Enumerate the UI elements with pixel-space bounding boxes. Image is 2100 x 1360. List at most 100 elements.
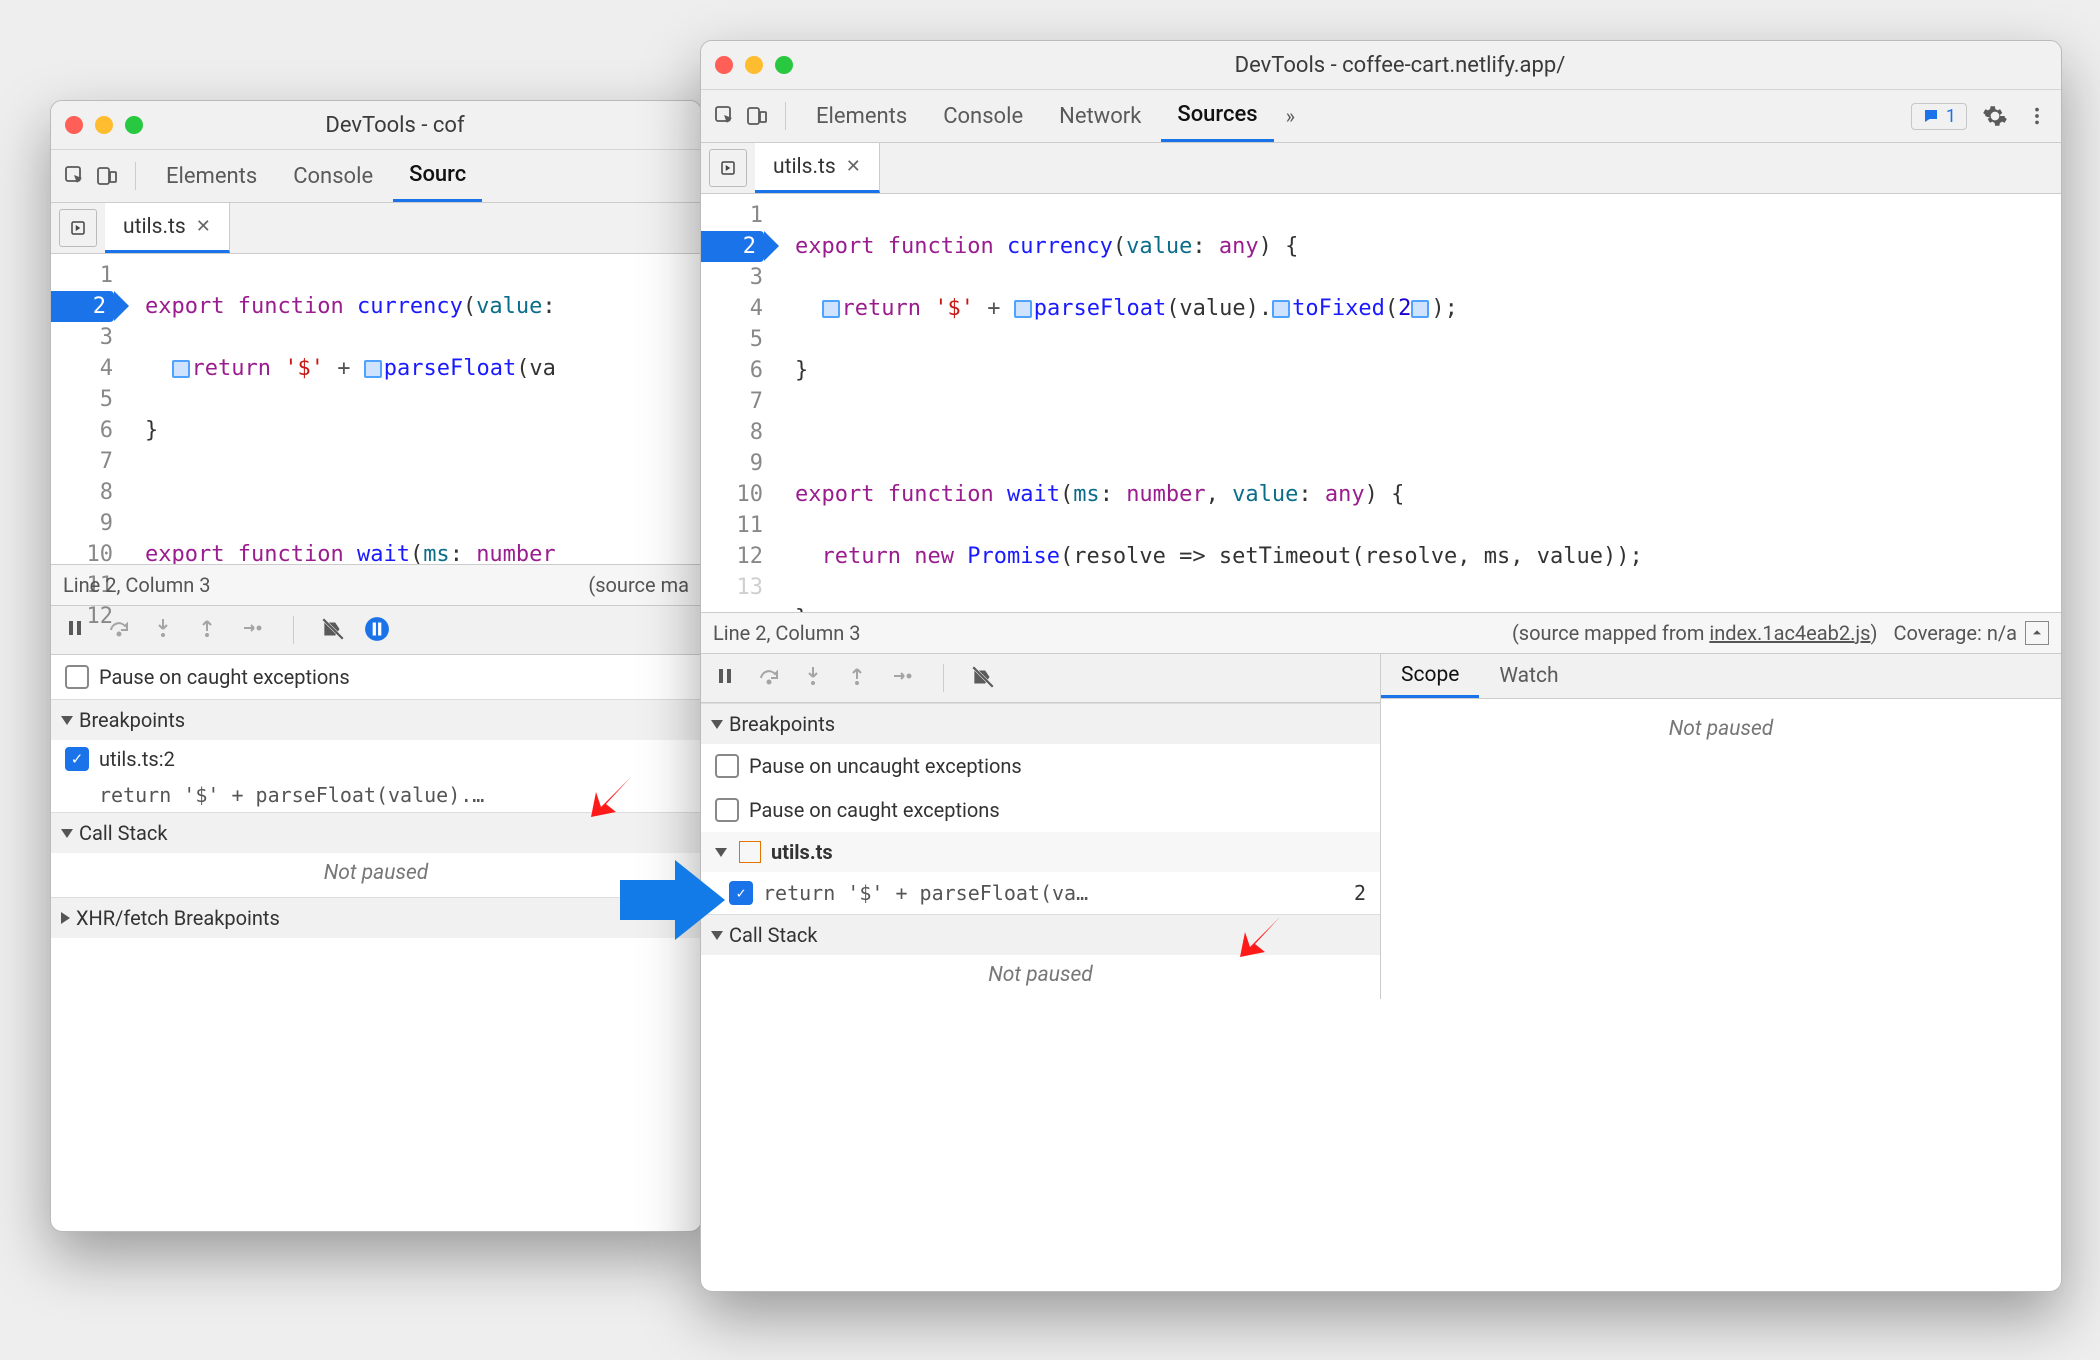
checkbox[interactable]: [65, 665, 89, 689]
close-icon[interactable]: ✕: [196, 216, 211, 237]
breakpoint-code: return '$' + parseFloat(value).…: [51, 778, 701, 812]
close-icon[interactable]: [65, 116, 83, 134]
xhr-breakpoints-section[interactable]: XHR/fetch Breakpoints: [51, 897, 701, 938]
devtools-window-back: DevTools - cof Elements Console Sourc ut…: [50, 100, 702, 1232]
pause-uncaught-label: Pause on uncaught exceptions: [749, 754, 1022, 778]
tab-sources[interactable]: Sourc: [393, 150, 482, 202]
step-marker-icon: [364, 360, 382, 378]
step-marker-icon: [1014, 300, 1032, 318]
step-into-icon[interactable]: [801, 664, 829, 692]
file-tabs: utils.ts ✕: [701, 143, 2061, 194]
tab-sources[interactable]: Sources: [1161, 90, 1273, 142]
file-name: utils.ts: [123, 215, 186, 239]
more-tabs-icon[interactable]: »: [1286, 104, 1295, 128]
file-tab-utils[interactable]: utils.ts ✕: [105, 203, 230, 253]
right-panel-tabs: Scope Watch: [1381, 654, 2061, 699]
not-paused-label: Not paused: [1381, 699, 2061, 753]
tab-scope[interactable]: Scope: [1381, 654, 1479, 698]
tab-watch[interactable]: Watch: [1479, 654, 1578, 698]
titlebar: DevTools - cof: [51, 101, 701, 150]
devtools-window-front: DevTools - coffee-cart.netlify.app/ Elem…: [700, 40, 2062, 1292]
pause-icon[interactable]: [713, 664, 741, 692]
pause-caught-label: Pause on caught exceptions: [749, 798, 1000, 822]
callstack-section[interactable]: Call Stack: [701, 914, 1380, 955]
minimize-icon[interactable]: [95, 116, 113, 134]
navigator-toggle-icon[interactable]: [59, 209, 97, 247]
pause-caught-row[interactable]: Pause on caught exceptions: [51, 655, 701, 699]
device-toggle-icon[interactable]: [743, 102, 771, 130]
tab-elements[interactable]: Elements: [800, 90, 923, 142]
checkbox[interactable]: ✓: [729, 881, 753, 905]
checkbox[interactable]: ✓: [65, 747, 89, 771]
inspect-icon[interactable]: [61, 162, 89, 190]
breakpoints-section[interactable]: Breakpoints: [701, 703, 1380, 744]
deactivate-breakpoints-icon[interactable]: [970, 664, 998, 692]
tab-network[interactable]: Network: [1043, 90, 1157, 142]
step-marker-icon: [822, 300, 840, 318]
main-tabs-toolbar: Elements Console Sourc: [51, 150, 701, 203]
pause-caught-row[interactable]: Pause on caught exceptions: [701, 788, 1380, 832]
step-over-icon[interactable]: [107, 616, 135, 644]
deactivate-breakpoints-icon[interactable]: [320, 616, 348, 644]
source-map-info: (source ma: [588, 573, 689, 597]
sourcemap-badge-icon: [739, 841, 761, 863]
expand-icon[interactable]: [2025, 621, 2049, 645]
code-editor[interactable]: 12345678910111213 export function curren…: [701, 194, 2061, 612]
breakpoint-item[interactable]: ✓ utils.ts:2: [51, 740, 701, 778]
file-name: utils.ts: [773, 155, 836, 179]
step-marker-icon: [172, 360, 190, 378]
breakpoint-line: 2: [1354, 881, 1366, 905]
pause-exceptions-icon[interactable]: [364, 616, 392, 644]
step-out-icon[interactable]: [195, 616, 223, 644]
minimize-icon[interactable]: [745, 56, 763, 74]
status-bar: Line 2, Column 3 (source mapped from ind…: [701, 612, 2061, 654]
debugger-toolbar: [51, 606, 701, 655]
checkbox[interactable]: [715, 754, 739, 778]
gear-icon[interactable]: [1981, 102, 2009, 130]
breakpoint-code: return '$' + parseFloat(va…: [763, 881, 1344, 905]
zoom-icon[interactable]: [775, 56, 793, 74]
status-bar: Line 2, Column 3 (source ma: [51, 564, 701, 606]
not-paused-label: Not paused: [701, 955, 1380, 999]
inspect-icon[interactable]: [711, 102, 739, 130]
titlebar: DevTools - coffee-cart.netlify.app/: [701, 41, 2061, 90]
window-title: DevTools - cof: [159, 113, 687, 138]
navigator-toggle-icon[interactable]: [709, 149, 747, 187]
step-marker-icon: [1272, 300, 1290, 318]
tab-console[interactable]: Console: [277, 150, 389, 202]
code-editor[interactable]: 123456789101112 export function currency…: [51, 254, 701, 564]
breakpoint-item[interactable]: ✓ return '$' + parseFloat(va… 2: [701, 872, 1380, 914]
cursor-position: Line 2, Column 3: [63, 573, 210, 597]
close-icon[interactable]: [715, 56, 733, 74]
breakpoint-file-row[interactable]: utils.ts: [701, 832, 1380, 872]
breakpoint-file: utils.ts: [771, 840, 833, 864]
checkbox[interactable]: [715, 798, 739, 822]
not-paused-label: Not paused: [51, 853, 701, 897]
main-tabs-toolbar: Elements Console Network Sources » 1: [701, 90, 2061, 143]
step-icon[interactable]: [889, 664, 917, 692]
device-toggle-icon[interactable]: [93, 162, 121, 190]
step-out-icon[interactable]: [845, 664, 873, 692]
step-over-icon[interactable]: [757, 664, 785, 692]
kebab-menu-icon[interactable]: [2023, 102, 2051, 130]
tab-console[interactable]: Console: [927, 90, 1039, 142]
debugger-toolbar: [701, 654, 1380, 703]
zoom-icon[interactable]: [125, 116, 143, 134]
pause-uncaught-row[interactable]: Pause on uncaught exceptions: [701, 744, 1380, 788]
close-icon[interactable]: ✕: [846, 156, 861, 177]
step-icon[interactable]: [239, 616, 267, 644]
coverage-info: Coverage: n/a: [1893, 621, 2017, 645]
file-tabs: utils.ts ✕: [51, 203, 701, 254]
step-marker-icon: [1411, 300, 1429, 318]
blue-arrow-icon: [620, 860, 730, 950]
pause-icon[interactable]: [63, 616, 91, 644]
breakpoint-label: utils.ts:2: [99, 747, 175, 771]
callstack-section[interactable]: Call Stack: [51, 812, 701, 853]
file-tab-utils[interactable]: utils.ts ✕: [755, 143, 880, 193]
source-map-info: (source mapped from index.1ac4eab2.js): [1512, 621, 1878, 645]
issues-badge[interactable]: 1: [1911, 103, 1967, 130]
step-into-icon[interactable]: [151, 616, 179, 644]
tab-elements[interactable]: Elements: [150, 150, 273, 202]
breakpoints-section[interactable]: Breakpoints: [51, 699, 701, 740]
window-title: DevTools - coffee-cart.netlify.app/: [809, 53, 2047, 78]
